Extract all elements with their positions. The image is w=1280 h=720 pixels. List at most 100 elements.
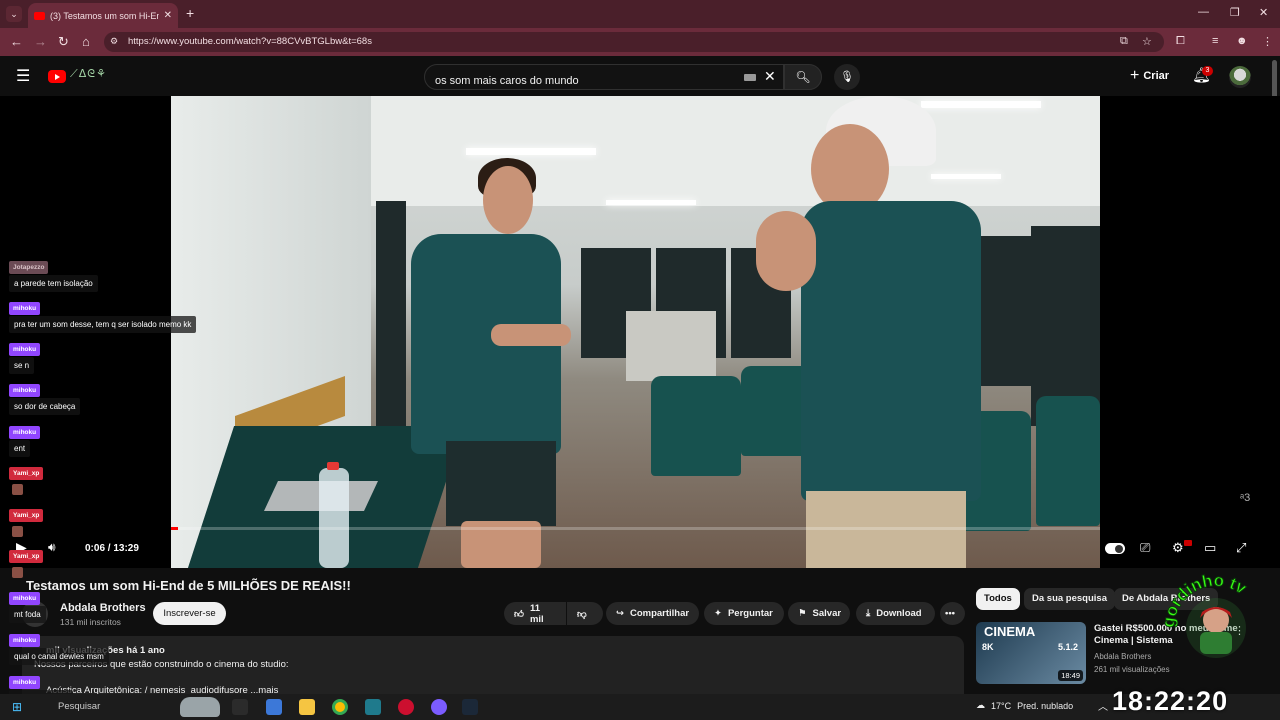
autoplay-toggle[interactable] — [1105, 543, 1125, 554]
fullscreen-icon[interactable]: ⤢ — [1236, 540, 1246, 556]
bottle-cap — [327, 462, 339, 470]
site-info-icon[interactable]: ⚙ — [110, 36, 118, 47]
youtube-logo-icon[interactable] — [48, 70, 66, 83]
opera-icon[interactable] — [398, 699, 414, 715]
cloud-icon: ☁ — [976, 700, 985, 710]
person-left-hands — [491, 324, 571, 346]
recommended-channel[interactable]: Abdala Brothers — [1094, 652, 1151, 661]
home-icon[interactable]: ⌂ — [82, 34, 90, 49]
create-button[interactable]: + Criar — [1130, 66, 1169, 86]
thumbnail-text: 5.1.2 — [1058, 642, 1079, 652]
share-label: Compartilhar — [629, 608, 690, 619]
chip-from-search[interactable]: Da sua pesquisa — [1024, 588, 1115, 610]
more-actions-button[interactable]: ••• — [940, 602, 965, 625]
person-left-head — [483, 166, 533, 234]
start-icon[interactable]: ⊞ — [12, 700, 22, 714]
settings-gear-icon[interactable]: ⚙ — [1172, 540, 1184, 556]
search-highlight-icon[interactable] — [180, 697, 220, 717]
sparkle-icon: ✦ — [714, 608, 722, 619]
ceiling-light — [921, 101, 1041, 108]
ceiling-light — [606, 200, 696, 205]
tab-close-icon[interactable]: ✕ — [164, 10, 172, 21]
like-count: 11 mil — [529, 602, 544, 625]
browser-tab[interactable]: (3) Testamos um som Hi-End d ✕ — [28, 3, 178, 28]
save-label: Salvar — [812, 608, 842, 619]
minimize-button[interactable]: — — [1198, 6, 1209, 18]
steam-icon[interactable] — [462, 699, 478, 715]
account-avatar[interactable] — [1229, 66, 1251, 88]
chat-message: pra ter um som desse, tem q ser isolado … — [9, 316, 197, 333]
tray-chevron-icon[interactable]: ︿ — [1098, 698, 1108, 713]
chair — [651, 376, 741, 476]
file-explorer-icon[interactable] — [299, 699, 315, 715]
media-controls-icon[interactable]: ≡ — [1212, 35, 1218, 47]
video-progress-bar[interactable] — [171, 527, 1100, 530]
share-button[interactable]: ↪ Compartilhar — [606, 602, 699, 625]
messenger-icon[interactable] — [431, 699, 447, 715]
voice-search-mic-icon[interactable]: 🎙︎ — [834, 64, 860, 90]
chat-username: mihoku — [9, 676, 41, 689]
app-icon[interactable] — [365, 699, 381, 715]
search-input[interactable] — [424, 64, 784, 90]
tab-list-chevron-icon[interactable]: ⌄ — [6, 6, 22, 22]
download-label: Download — [876, 608, 922, 619]
keyboard-icon[interactable] — [744, 74, 756, 81]
task-view-icon[interactable] — [232, 699, 248, 715]
chat-username: Jotapezzo — [9, 261, 49, 274]
speaker-panel — [376, 201, 406, 441]
chrome-icon[interactable] — [332, 699, 348, 715]
channel-watermark[interactable]: ᵃ3 — [1240, 492, 1250, 504]
clear-search-icon[interactable]: ✕ — [764, 68, 776, 85]
chat-username: mihoku — [9, 343, 41, 356]
recommended-thumbnail[interactable]: CINEMA 8K 5.1.2 18:49 — [976, 622, 1086, 684]
url-bar[interactable]: https://www.youtube.com/watch?v=88CVvBTG… — [104, 32, 1164, 52]
gordinho-tv-logo: gordinho tv — [1160, 572, 1251, 658]
ask-button[interactable]: ✦ Perguntar — [704, 602, 784, 625]
video-progress-played — [171, 527, 178, 530]
save-button[interactable]: ⚑ Salvar — [788, 602, 850, 625]
weather-widget[interactable]: ☁ 17°C Pred. nublado — [976, 700, 1073, 711]
like-button[interactable]: 👍︎ 11 mil — [504, 602, 566, 625]
chip-all[interactable]: Todos — [976, 588, 1020, 610]
dislike-button[interactable]: 👎︎ — [567, 602, 603, 625]
maximize-button[interactable]: ❐ — [1230, 6, 1240, 19]
taskbar-search[interactable]: Pesquisar — [58, 701, 100, 712]
install-app-icon[interactable]: ⧉ — [1120, 35, 1128, 48]
new-tab-button[interactable]: + — [186, 5, 194, 21]
profile-icon[interactable]: ☻ — [1236, 35, 1248, 47]
thumbnail-text: 8K — [982, 642, 994, 652]
store-icon[interactable] — [266, 699, 282, 715]
create-label: Criar — [1143, 70, 1170, 82]
forward-icon[interactable]: → — [34, 34, 47, 49]
subscriber-count: 131 mil inscritos — [60, 617, 121, 627]
youtube-doodle[interactable]: ⟋ᐃᘓ⚘ — [70, 67, 107, 81]
subscribe-button[interactable]: Inscrever-se — [153, 602, 226, 625]
channel-name[interactable]: Abdala Brothers — [60, 602, 146, 614]
chat-username: Yami_xp — [9, 550, 44, 563]
thumbnail-text: CINEMA — [984, 624, 1036, 639]
browser-menu-icon[interactable]: ⋮ — [1262, 35, 1273, 48]
close-window-button[interactable]: ✕ — [1259, 6, 1268, 19]
search-button[interactable]: 🔍︎ — [784, 64, 822, 90]
chat-message: mt foda — [9, 606, 46, 623]
ceiling-light — [466, 148, 596, 155]
back-icon[interactable]: ← — [10, 34, 23, 49]
video-frame[interactable] — [171, 96, 1100, 568]
hamburger-menu-icon[interactable]: ☰ — [16, 66, 30, 86]
download-button[interactable]: ⤓ Download — [856, 602, 935, 625]
video-title: Testamos um som Hi-End de 5 MILHÕES DE R… — [26, 578, 351, 593]
chat-emote-icon — [12, 484, 23, 495]
bookmark-star-icon[interactable]: ☆ — [1142, 35, 1152, 48]
chat-message: a parede tem isolação — [9, 275, 98, 292]
chat-emote-icon — [12, 567, 23, 578]
chair — [1036, 396, 1100, 526]
reload-icon[interactable]: ↻ — [58, 34, 69, 50]
chat-username: mihoku — [9, 384, 41, 397]
subtitles-icon[interactable]: ⎚ — [1140, 540, 1150, 556]
volume-icon[interactable]: 🔊︎ — [48, 540, 56, 555]
theater-mode-icon[interactable]: ▭ — [1204, 540, 1216, 556]
ceiling-light — [931, 174, 1001, 179]
youtube-favicon-icon — [34, 11, 45, 20]
chat-message: qual o canal dewles msm — [9, 648, 109, 665]
extensions-icon[interactable]: ⧠ — [1176, 35, 1185, 48]
